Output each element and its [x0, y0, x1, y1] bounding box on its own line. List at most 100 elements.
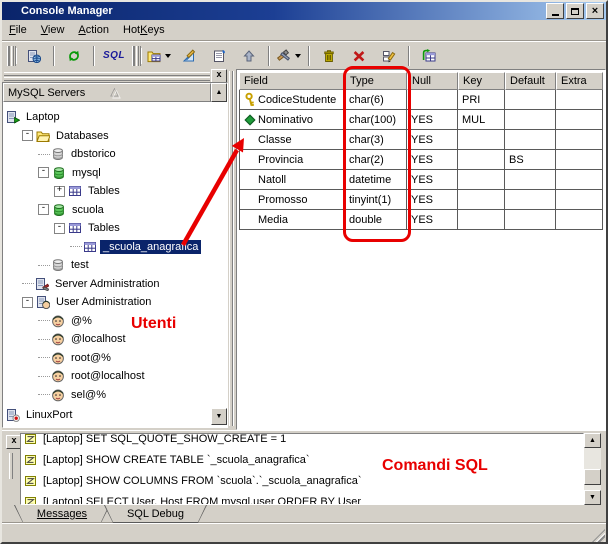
- tree-item-databases[interactable]: - Databases: [4, 127, 210, 146]
- expander-minus-icon[interactable]: -: [22, 130, 33, 142]
- window-title: Console Manager: [21, 5, 113, 17]
- menu-hotkeys[interactable]: HotKeys: [116, 21, 172, 39]
- sql-debug-panel: x [Laptop] SET SQL_QUOTE_SHOW_CREATE = 1…: [2, 430, 606, 523]
- table-row[interactable]: Classe char(3) YES: [239, 130, 603, 150]
- table-row[interactable]: CodiceStudente char(6) PRI: [239, 90, 603, 110]
- tree-item-mysql[interactable]: - mysql: [4, 164, 210, 183]
- tree-header-label: MySQL Servers: [8, 86, 86, 99]
- cell-extra: [556, 130, 603, 150]
- user-icon: [51, 369, 65, 383]
- column-header-field[interactable]: Field: [239, 72, 345, 90]
- tree-item-laptop[interactable]: Laptop: [4, 108, 210, 127]
- table-row[interactable]: Media double YES: [239, 210, 603, 230]
- tree-scroll-down-button[interactable]: ▼: [211, 408, 227, 425]
- table-row[interactable]: Promosso tinyint(1) YES: [239, 190, 603, 210]
- panel-drag-handle[interactable]: [4, 72, 210, 76]
- panel-splitter[interactable]: [228, 69, 237, 428]
- expander-plus-icon[interactable]: +: [54, 185, 65, 197]
- tree-item-user-administration[interactable]: - User Administration: [4, 293, 210, 312]
- table-row[interactable]: Natoll datetime YES: [239, 170, 603, 190]
- toolbar-tools-button[interactable]: [274, 44, 304, 68]
- refresh-icon: [67, 49, 81, 63]
- tree-item-localhost[interactable]: @localhost: [4, 330, 210, 349]
- toolbar-rename-button[interactable]: [374, 44, 404, 68]
- toolbar-refresh-button[interactable]: [59, 44, 89, 68]
- log-scroll-up-button[interactable]: ▲: [584, 433, 601, 448]
- tree-item-tables[interactable]: - Tables: [4, 219, 210, 238]
- tree-item-item[interactable]: @%: [4, 312, 210, 331]
- column-header-type[interactable]: Type: [345, 72, 407, 90]
- minimize-button[interactable]: [546, 3, 564, 19]
- tree-item-scuola-anagrafica[interactable]: _scuola_anagrafica: [4, 238, 210, 257]
- toolbar-delete-button[interactable]: [314, 44, 344, 68]
- tree-scroll-up-button[interactable]: ▲: [211, 83, 227, 102]
- tree-item-root[interactable]: root@%: [4, 349, 210, 368]
- cell-extra: [556, 190, 603, 210]
- cell-null: YES: [407, 110, 458, 130]
- tree-bottom-items: LinuxPort: [4, 406, 210, 425]
- tree-item-tables[interactable]: + Tables: [4, 182, 210, 201]
- close-button[interactable]: ×: [586, 3, 604, 19]
- tree-item-dbstorico[interactable]: dbstorico: [4, 145, 210, 164]
- tab-label: SQL Debug: [105, 505, 206, 522]
- cell-type: tinyint(1): [345, 190, 407, 210]
- tree-item-label: Databases: [56, 129, 109, 142]
- column-header-extra[interactable]: Extra: [556, 72, 603, 90]
- menu-action[interactable]: Action: [71, 21, 116, 39]
- tree-item-test[interactable]: test: [4, 256, 210, 275]
- server-off-icon: [6, 408, 20, 422]
- log-icon: [24, 474, 38, 488]
- expander-minus-icon[interactable]: -: [22, 296, 33, 308]
- panel-close-button[interactable]: x: [211, 69, 227, 83]
- menu-view[interactable]: View: [34, 21, 72, 39]
- column-header-key[interactable]: Key: [458, 72, 505, 90]
- toolbar-refresh-grid-button[interactable]: [414, 44, 444, 68]
- cell-field: Classe: [239, 130, 345, 150]
- toolbar-move-up-button[interactable]: [234, 44, 264, 68]
- column-header-null[interactable]: Null: [407, 72, 458, 90]
- toolbar-grip: [7, 45, 16, 66]
- expander-minus-icon[interactable]: -: [54, 222, 65, 234]
- table-grid-icon: [83, 240, 97, 254]
- cell-type: char(3): [345, 130, 407, 150]
- tree-item-label: test: [71, 259, 89, 272]
- toolbar-sql-window-button[interactable]: SQL: [99, 44, 129, 68]
- field-name: Promosso: [258, 193, 308, 206]
- toolbar-design-button[interactable]: [174, 44, 204, 68]
- resize-grip[interactable]: [592, 529, 605, 542]
- maximize-button[interactable]: [566, 3, 584, 19]
- tree-item-sel[interactable]: sel@%: [4, 386, 210, 405]
- log-scroll-thumb[interactable]: [584, 469, 601, 485]
- delete-icon: [322, 49, 336, 63]
- toolbar-register-server-button[interactable]: [19, 44, 49, 68]
- field-name: Provincia: [258, 153, 304, 166]
- toolbar-drop-button[interactable]: [344, 44, 374, 68]
- server-tools-icon: [35, 277, 49, 291]
- log-scrollbar[interactable]: ▲ ▼: [584, 433, 601, 505]
- table-row[interactable]: Provincia char(2) YES BS: [239, 150, 603, 170]
- tree-item-scuola[interactable]: - scuola: [4, 201, 210, 220]
- tab-sql-debug[interactable]: SQL Debug: [104, 505, 207, 523]
- log-text: [Laptop] SHOW CREATE TABLE `_scuola_anag…: [43, 453, 310, 466]
- column-header-default[interactable]: Default: [505, 72, 556, 90]
- db-gray-icon: [51, 147, 65, 161]
- expander-minus-icon[interactable]: -: [38, 167, 49, 179]
- toolbar-create-object-button[interactable]: [144, 44, 174, 68]
- tree-header[interactable]: MySQL Servers △: [3, 83, 211, 102]
- cell-key: [458, 130, 505, 150]
- debug-drag-handle[interactable]: [9, 453, 13, 479]
- menu-file[interactable]: File: [2, 21, 34, 39]
- panel-drag-handle[interactable]: [4, 77, 210, 81]
- tab-messages[interactable]: Messages: [14, 505, 110, 523]
- table-row[interactable]: Nominativo char(100) YES MUL: [239, 110, 603, 130]
- log-scroll-down-button[interactable]: ▼: [584, 490, 601, 505]
- table-columns-panel: Field Type Null Key Default Extra CodiceStude…: [236, 69, 606, 430]
- tree-item-root-localhost[interactable]: root@localhost: [4, 367, 210, 386]
- log-text: [Laptop] SELECT User, Host FROM mysql.us…: [43, 495, 362, 505]
- server-user-icon: [36, 295, 50, 310]
- tree-item-linuxport[interactable]: LinuxPort: [4, 406, 210, 425]
- field-name: Media: [258, 213, 288, 226]
- tree-item-server-administration[interactable]: Server Administration: [4, 275, 210, 294]
- expander-minus-icon[interactable]: -: [38, 204, 49, 216]
- toolbar-properties-button[interactable]: [204, 44, 234, 68]
